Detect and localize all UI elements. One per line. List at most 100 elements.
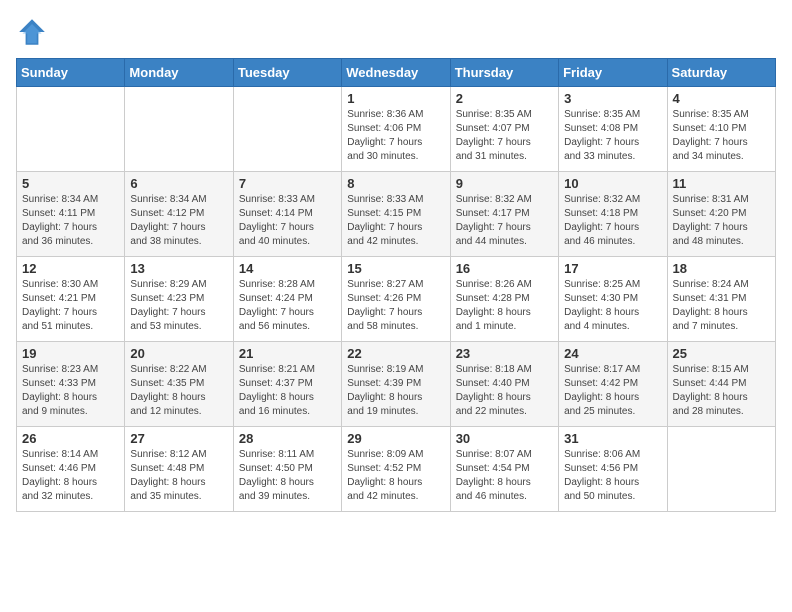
calendar-cell: 17 Sunrise: 8:25 AM Sunset: 4:30 PM Dayli… <box>559 257 667 342</box>
day-number: 17 <box>564 261 661 276</box>
calendar-cell: 25 Sunrise: 8:15 AM Sunset: 4:44 PM Dayli… <box>667 342 775 427</box>
calendar-week-row: 1 Sunrise: 8:36 AM Sunset: 4:06 PM Daylig… <box>17 87 776 172</box>
day-number: 27 <box>130 431 227 446</box>
calendar-cell <box>125 87 233 172</box>
calendar-cell: 7 Sunrise: 8:33 AM Sunset: 4:14 PM Daylig… <box>233 172 341 257</box>
calendar-cell: 6 Sunrise: 8:34 AM Sunset: 4:12 PM Daylig… <box>125 172 233 257</box>
day-number: 13 <box>130 261 227 276</box>
day-info: Sunrise: 8:17 AM Sunset: 4:42 PM Dayligh… <box>564 363 661 419</box>
calendar-cell: 15Sunrise: 8:27 AM Sunset: 4:26 PM Dayli… <box>342 257 450 342</box>
day-number: 24 <box>564 346 661 361</box>
calendar-cell: 24 Sunrise: 8:17 AM Sunset: 4:42 PM Dayli… <box>559 342 667 427</box>
day-info: Sunrise: 8:35 AM Sunset: 4:08 PM Dayligh… <box>564 108 661 164</box>
calendar-cell: 30 Sunrise: 8:07 AM Sunset: 4:54 PM Dayli… <box>450 427 558 512</box>
day-number: 26 <box>22 431 119 446</box>
day-number: 22 <box>347 346 444 361</box>
calendar-week-row: 5 Sunrise: 8:34 AM Sunset: 4:11 PM Daylig… <box>17 172 776 257</box>
day-number: 28 <box>239 431 336 446</box>
day-info: Sunrise: 8:15 AM Sunset: 4:44 PM Dayligh… <box>673 363 770 419</box>
day-number: 19 <box>22 346 119 361</box>
calendar-cell: 16Sunrise: 8:26 AM Sunset: 4:28 PM Dayli… <box>450 257 558 342</box>
calendar-cell: 8Sunrise: 8:33 AM Sunset: 4:15 PM Daylig… <box>342 172 450 257</box>
calendar-cell: 4 Sunrise: 8:35 AM Sunset: 4:10 PM Daylig… <box>667 87 775 172</box>
day-info: Sunrise: 8:34 AM Sunset: 4:12 PM Dayligh… <box>130 193 227 249</box>
calendar-header-row: SundayMondayTuesdayWednesdayThursdayFrid… <box>17 59 776 87</box>
day-info: Sunrise: 8:25 AM Sunset: 4:30 PM Dayligh… <box>564 278 661 334</box>
col-header-thursday: Thursday <box>450 59 558 87</box>
day-number: 15 <box>347 261 444 276</box>
day-info: Sunrise: 8:14 AM Sunset: 4:46 PM Dayligh… <box>22 448 119 504</box>
day-info: Sunrise: 8:30 AM Sunset: 4:21 PM Dayligh… <box>22 278 119 334</box>
calendar-cell: 31 Sunrise: 8:06 AM Sunset: 4:56 PM Dayli… <box>559 427 667 512</box>
day-info: Sunrise: 8:33 AM Sunset: 4:15 PM Dayligh… <box>347 193 444 249</box>
day-info: Sunrise: 8:23 AM Sunset: 4:33 PM Dayligh… <box>22 363 119 419</box>
day-info: Sunrise: 8:09 AM Sunset: 4:52 PM Dayligh… <box>347 448 444 504</box>
day-number: 29 <box>347 431 444 446</box>
day-number: 1 <box>347 91 444 106</box>
calendar-cell: 1 Sunrise: 8:36 AM Sunset: 4:06 PM Daylig… <box>342 87 450 172</box>
day-info: Sunrise: 8:19 AM Sunset: 4:39 PM Dayligh… <box>347 363 444 419</box>
calendar-cell: 26 Sunrise: 8:14 AM Sunset: 4:46 PM Dayli… <box>17 427 125 512</box>
col-header-saturday: Saturday <box>667 59 775 87</box>
calendar-cell: 20 Sunrise: 8:22 AM Sunset: 4:35 PM Dayli… <box>125 342 233 427</box>
day-number: 3 <box>564 91 661 106</box>
day-number: 9 <box>456 176 553 191</box>
day-info: Sunrise: 8:34 AM Sunset: 4:11 PM Dayligh… <box>22 193 119 249</box>
day-info: Sunrise: 8:35 AM Sunset: 4:07 PM Dayligh… <box>456 108 553 164</box>
day-info: Sunrise: 8:35 AM Sunset: 4:10 PM Dayligh… <box>673 108 770 164</box>
calendar-cell: 11Sunrise: 8:31 AM Sunset: 4:20 PM Dayli… <box>667 172 775 257</box>
calendar-cell: 12 Sunrise: 8:30 AM Sunset: 4:21 PM Dayli… <box>17 257 125 342</box>
calendar-cell: 10Sunrise: 8:32 AM Sunset: 4:18 PM Dayli… <box>559 172 667 257</box>
day-info: Sunrise: 8:21 AM Sunset: 4:37 PM Dayligh… <box>239 363 336 419</box>
col-header-monday: Monday <box>125 59 233 87</box>
calendar-cell: 2 Sunrise: 8:35 AM Sunset: 4:07 PM Daylig… <box>450 87 558 172</box>
day-info: Sunrise: 8:12 AM Sunset: 4:48 PM Dayligh… <box>130 448 227 504</box>
day-info: Sunrise: 8:22 AM Sunset: 4:35 PM Dayligh… <box>130 363 227 419</box>
day-number: 10 <box>564 176 661 191</box>
day-info: Sunrise: 8:18 AM Sunset: 4:40 PM Dayligh… <box>456 363 553 419</box>
day-number: 20 <box>130 346 227 361</box>
day-number: 25 <box>673 346 770 361</box>
calendar-cell: 29 Sunrise: 8:09 AM Sunset: 4:52 PM Dayli… <box>342 427 450 512</box>
day-number: 12 <box>22 261 119 276</box>
calendar-week-row: 12 Sunrise: 8:30 AM Sunset: 4:21 PM Dayli… <box>17 257 776 342</box>
day-info: Sunrise: 8:36 AM Sunset: 4:06 PM Dayligh… <box>347 108 444 164</box>
calendar-cell <box>667 427 775 512</box>
day-number: 31 <box>564 431 661 446</box>
day-number: 6 <box>130 176 227 191</box>
page-header <box>16 16 776 48</box>
day-number: 30 <box>456 431 553 446</box>
day-number: 2 <box>456 91 553 106</box>
calendar-cell: 14 Sunrise: 8:28 AM Sunset: 4:24 PM Dayli… <box>233 257 341 342</box>
calendar-table: SundayMondayTuesdayWednesdayThursdayFrid… <box>16 58 776 512</box>
day-number: 5 <box>22 176 119 191</box>
day-number: 21 <box>239 346 336 361</box>
day-info: Sunrise: 8:33 AM Sunset: 4:14 PM Dayligh… <box>239 193 336 249</box>
col-header-wednesday: Wednesday <box>342 59 450 87</box>
calendar-week-row: 19 Sunrise: 8:23 AM Sunset: 4:33 PM Dayli… <box>17 342 776 427</box>
calendar-cell: 3 Sunrise: 8:35 AM Sunset: 4:08 PM Daylig… <box>559 87 667 172</box>
calendar-cell: 18Sunrise: 8:24 AM Sunset: 4:31 PM Dayli… <box>667 257 775 342</box>
day-info: Sunrise: 8:28 AM Sunset: 4:24 PM Dayligh… <box>239 278 336 334</box>
col-header-tuesday: Tuesday <box>233 59 341 87</box>
day-info: Sunrise: 8:31 AM Sunset: 4:20 PM Dayligh… <box>673 193 770 249</box>
col-header-friday: Friday <box>559 59 667 87</box>
day-number: 7 <box>239 176 336 191</box>
calendar-cell: 19 Sunrise: 8:23 AM Sunset: 4:33 PM Dayli… <box>17 342 125 427</box>
day-info: Sunrise: 8:07 AM Sunset: 4:54 PM Dayligh… <box>456 448 553 504</box>
day-number: 14 <box>239 261 336 276</box>
day-info: Sunrise: 8:11 AM Sunset: 4:50 PM Dayligh… <box>239 448 336 504</box>
day-info: Sunrise: 8:24 AM Sunset: 4:31 PM Dayligh… <box>673 278 770 334</box>
calendar-cell: 22 Sunrise: 8:19 AM Sunset: 4:39 PM Dayli… <box>342 342 450 427</box>
logo-icon <box>16 16 48 48</box>
calendar-cell <box>17 87 125 172</box>
calendar-week-row: 26 Sunrise: 8:14 AM Sunset: 4:46 PM Dayli… <box>17 427 776 512</box>
day-info: Sunrise: 8:26 AM Sunset: 4:28 PM Dayligh… <box>456 278 553 334</box>
calendar-cell: 28 Sunrise: 8:11 AM Sunset: 4:50 PM Dayli… <box>233 427 341 512</box>
calendar-cell: 21 Sunrise: 8:21 AM Sunset: 4:37 PM Dayli… <box>233 342 341 427</box>
day-info: Sunrise: 8:06 AM Sunset: 4:56 PM Dayligh… <box>564 448 661 504</box>
calendar-cell: 13Sunrise: 8:29 AM Sunset: 4:23 PM Dayli… <box>125 257 233 342</box>
calendar-cell <box>233 87 341 172</box>
day-number: 4 <box>673 91 770 106</box>
calendar-cell: 5 Sunrise: 8:34 AM Sunset: 4:11 PM Daylig… <box>17 172 125 257</box>
